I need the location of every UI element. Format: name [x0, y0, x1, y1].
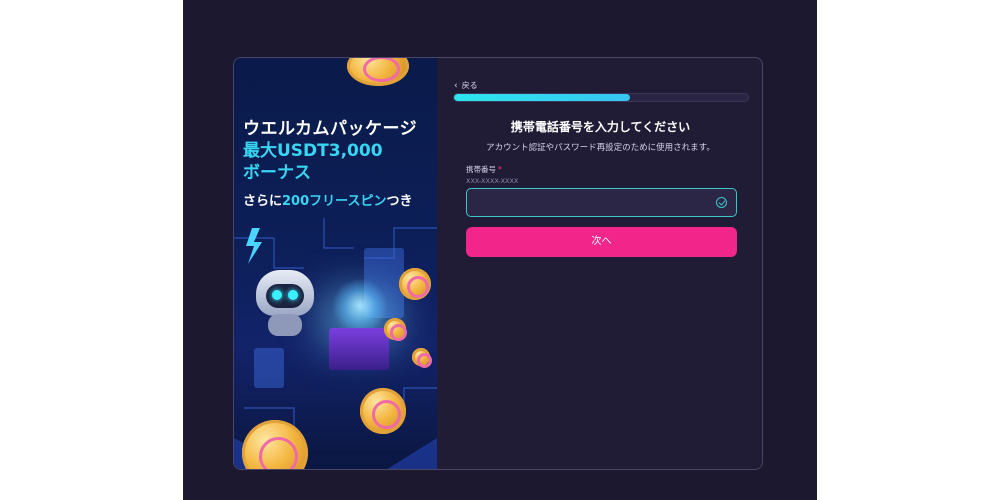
robot-cat	[256, 270, 314, 336]
phone-format-hint: XXX-XXXX-XXXX	[466, 177, 519, 185]
phone-label-text: 携帯番号	[466, 165, 496, 174]
step-progress-fill	[454, 94, 631, 101]
form-title: 携帯電話番号を入力してください	[510, 120, 691, 134]
back-label: 戻る	[461, 81, 478, 90]
coin-icon	[412, 348, 432, 368]
form-subtitle: アカウント認証やパスワード再設定のために使用されます。	[486, 143, 715, 153]
signup-modal: ウエルカムパッケージ 最大USDT3,000 ボーナス さらに200フリースピン…	[233, 57, 763, 470]
robot-cat-illustration	[234, 208, 437, 469]
robot-eye	[272, 290, 282, 300]
phone-input[interactable]	[467, 189, 707, 216]
phone-input-wrapper	[466, 188, 737, 217]
required-mark: *	[498, 165, 502, 174]
promo-free-spins: さらに200フリースピンつき	[243, 190, 413, 209]
promo-spins-prefix: さらに	[243, 194, 283, 209]
phone-signup-form: ‹ 戻る 携帯電話番号を入力してください アカウント認証やパスワード再設定のために…	[437, 58, 762, 469]
light-burst	[332, 278, 388, 334]
coin-icon	[384, 318, 407, 341]
robot-head	[256, 270, 314, 316]
phone-field-label: 携帯番号 *	[466, 164, 502, 175]
step-progress-bar	[453, 93, 749, 102]
promo-bonus: ボーナス	[243, 163, 311, 183]
next-button[interactable]: 次へ	[466, 227, 737, 257]
chevron-left-icon: ‹	[454, 81, 458, 91]
coin-icon	[347, 58, 409, 86]
robot-eye	[288, 290, 298, 300]
promo-spins-highlight: 200フリースピン	[282, 194, 387, 209]
welcome-promo-banner: ウエルカムパッケージ 最大USDT3,000 ボーナス さらに200フリースピン…	[234, 58, 437, 469]
gift-box	[329, 328, 389, 370]
coin-icon	[360, 388, 406, 434]
back-link[interactable]: ‹ 戻る	[454, 80, 478, 91]
robot-body	[268, 314, 302, 336]
promo-spins-suffix: つき	[386, 194, 413, 209]
coin-icon	[399, 268, 431, 300]
robot-face	[266, 284, 304, 308]
check-circle-icon	[716, 197, 727, 208]
